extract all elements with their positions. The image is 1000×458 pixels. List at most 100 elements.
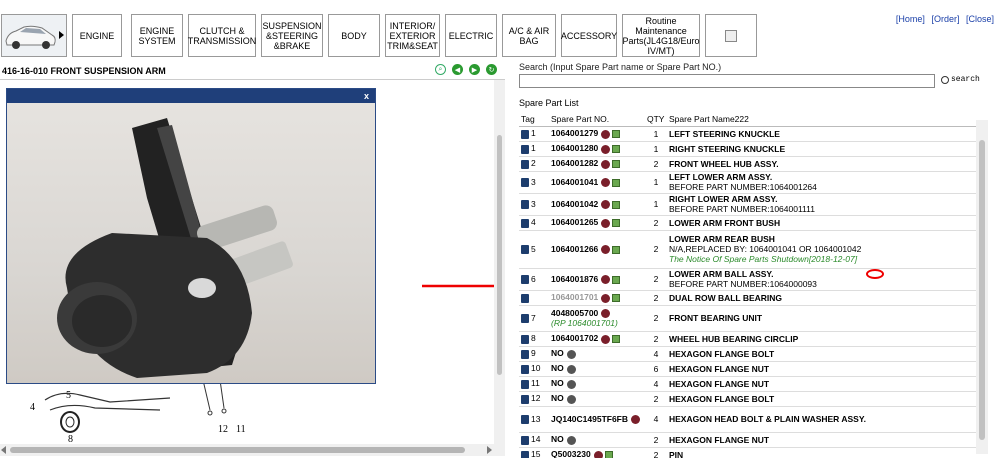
document-icon[interactable]: [521, 293, 529, 303]
add-to-cart-icon[interactable]: [601, 293, 611, 303]
refresh-icon[interactable]: ↻: [486, 64, 497, 75]
add-to-cart-icon[interactable]: [601, 159, 611, 169]
add-to-cart-icon[interactable]: [601, 144, 611, 154]
part-number[interactable]: NO: [551, 434, 564, 444]
part-number[interactable]: JQ140C1495TF6FB: [551, 414, 628, 424]
add-to-cart-icon[interactable]: [566, 349, 576, 359]
picture-icon[interactable]: [604, 451, 613, 458]
part-number[interactable]: 4048005700: [551, 308, 598, 318]
document-icon[interactable]: [521, 200, 529, 210]
picture-icon[interactable]: [612, 219, 621, 228]
table-row[interactable]: 1 1064001279 1 LEFT STEERING KNUCKLE: [519, 126, 987, 142]
add-to-cart-icon[interactable]: [566, 364, 576, 374]
table-row[interactable]: 4 1064001265 2 LOWER ARM FRONT BUSH: [519, 215, 987, 231]
col-name[interactable]: Spare Part Name222: [667, 112, 987, 127]
diagram-vertical-scrollbar[interactable]: [494, 80, 505, 456]
table-row[interactable]: 3 1064001041 1 LEFT LOWER ARM ASSY. BEFORE P…: [519, 171, 987, 194]
table-row[interactable]: 6 1064001876 2 LOWER ARM BALL ASSY. BEFORE P…: [519, 268, 987, 291]
nav-button-electric[interactable]: ELECTRIC: [445, 14, 497, 57]
table-row[interactable]: 11 NO 4 HEXAGON FLANGE NUT: [519, 376, 987, 392]
document-icon[interactable]: [521, 334, 529, 344]
document-icon[interactable]: [521, 314, 529, 324]
picture-icon[interactable]: [612, 275, 621, 284]
nav-button-image[interactable]: [705, 14, 757, 57]
zoom-icon[interactable]: ⌕: [435, 64, 446, 75]
nav-button-routine[interactable]: Routine Maintenance Parts(JL4G18/Euro IV…: [622, 14, 700, 57]
add-to-cart-icon[interactable]: [566, 435, 576, 445]
close-link[interactable]: [Close]: [966, 14, 994, 24]
add-to-cart-icon[interactable]: [601, 218, 611, 228]
add-to-cart-icon[interactable]: [593, 450, 603, 458]
table-row[interactable]: 2 1064001282 2 FRONT WHEEL HUB ASSY.: [519, 156, 987, 172]
add-to-cart-icon[interactable]: [601, 178, 611, 188]
document-icon[interactable]: [521, 129, 529, 139]
picture-icon[interactable]: [612, 178, 621, 187]
nav-button-clutch[interactable]: CLUTCH & TRANSMISSION: [188, 14, 256, 57]
home-link[interactable]: [Home]: [896, 14, 925, 24]
part-number[interactable]: NO: [551, 393, 564, 403]
table-row[interactable]: 1 1064001280 1 RIGHT STEERING KNUCKLE: [519, 141, 987, 157]
search-button[interactable]: search: [941, 75, 980, 84]
search-input[interactable]: [519, 74, 935, 88]
table-row[interactable]: 12 NO 2 HEXAGON FLANGE BOLT: [519, 391, 987, 407]
picture-icon[interactable]: [612, 145, 621, 154]
document-icon[interactable]: [521, 394, 529, 404]
nav-button-interior[interactable]: INTERIOR/ EXTERIOR TRIM&SEAT: [385, 14, 440, 57]
table-row[interactable]: 15 Q5003230 2 PIN: [519, 447, 987, 458]
add-to-cart-icon[interactable]: [601, 275, 611, 285]
exploded-diagram[interactable]: 4 5 8 12 11 x: [0, 80, 494, 448]
nav-button-body[interactable]: BODY: [328, 14, 380, 57]
table-row[interactable]: 5 1064001266 2 LOWER ARM REAR BUSH N/A,REPLA…: [519, 230, 987, 269]
diagram-horizontal-scrollbar[interactable]: [0, 444, 494, 456]
picture-icon[interactable]: [612, 200, 621, 209]
document-icon[interactable]: [521, 144, 529, 154]
part-number[interactable]: 1064001279: [551, 128, 598, 138]
nav-button-engine[interactable]: ENGINE: [72, 14, 122, 57]
add-to-cart-icon[interactable]: [601, 245, 611, 255]
part-number[interactable]: NO: [551, 378, 564, 388]
replacement-note[interactable]: (RP 1064001701): [551, 318, 618, 328]
prev-icon[interactable]: ◀: [452, 64, 463, 75]
vehicle-selector[interactable]: [1, 14, 67, 57]
nav-button-accessory[interactable]: ACCESSORY: [561, 14, 617, 57]
picture-icon[interactable]: [612, 294, 621, 303]
col-tag[interactable]: Tag: [519, 112, 549, 127]
table-row[interactable]: 8 1064001702 2 WHEEL HUB BEARING CIRCLIP: [519, 331, 987, 347]
document-icon[interactable]: [521, 379, 529, 389]
table-row[interactable]: 7 4048005700 (RP 1064001701) 2 FRONT BEARING…: [519, 305, 987, 332]
nav-button-engine[interactable]: ENGINE SYSTEM: [131, 14, 183, 57]
add-to-cart-icon[interactable]: [601, 309, 611, 319]
document-icon[interactable]: [521, 364, 529, 374]
shutdown-notice-link[interactable]: The Notice Of Spare Parts Shutdown[2018-…: [669, 254, 985, 264]
add-to-cart-icon[interactable]: [631, 415, 641, 425]
document-icon[interactable]: [521, 218, 529, 228]
table-row[interactable]: 3 1064001042 1 RIGHT LOWER ARM ASSY. BEFORE …: [519, 193, 987, 216]
add-to-cart-icon[interactable]: [601, 129, 611, 139]
next-icon[interactable]: ▶: [469, 64, 480, 75]
document-icon[interactable]: [521, 435, 529, 445]
part-number[interactable]: 1064001876: [551, 274, 598, 284]
part-number[interactable]: 1064001701: [551, 292, 598, 302]
add-to-cart-icon[interactable]: [601, 334, 611, 344]
col-qty[interactable]: QTY: [645, 112, 667, 127]
part-number[interactable]: 1064001702: [551, 333, 598, 343]
document-icon[interactable]: [521, 245, 529, 255]
nav-button-a[interactable]: A/C & AIR BAG: [502, 14, 556, 57]
document-icon[interactable]: [521, 178, 529, 188]
parts-vertical-scrollbar[interactable]: [976, 120, 988, 454]
picture-icon[interactable]: [612, 335, 621, 344]
table-row[interactable]: 9 NO 4 HEXAGON FLANGE BOLT: [519, 346, 987, 362]
table-row[interactable]: 13 JQ140C1495TF6FB 4 HEXAGON HEAD BOLT & PL…: [519, 406, 987, 433]
table-row[interactable]: 14 NO 2 HEXAGON FLANGE NUT: [519, 432, 987, 448]
add-to-cart-icon[interactable]: [566, 379, 576, 389]
document-icon[interactable]: [521, 415, 529, 425]
part-number[interactable]: Q5003230: [551, 449, 591, 458]
table-row[interactable]: 10 NO 6 HEXAGON FLANGE NUT: [519, 361, 987, 377]
part-number[interactable]: 1064001280: [551, 143, 598, 153]
add-to-cart-icon[interactable]: [601, 200, 611, 210]
part-number[interactable]: 1064001266: [551, 244, 598, 254]
part-number[interactable]: NO: [551, 363, 564, 373]
document-icon[interactable]: [521, 349, 529, 359]
table-row[interactable]: 1064001701 2 DUAL ROW BALL BEARING: [519, 290, 987, 306]
picture-icon[interactable]: [612, 245, 621, 254]
